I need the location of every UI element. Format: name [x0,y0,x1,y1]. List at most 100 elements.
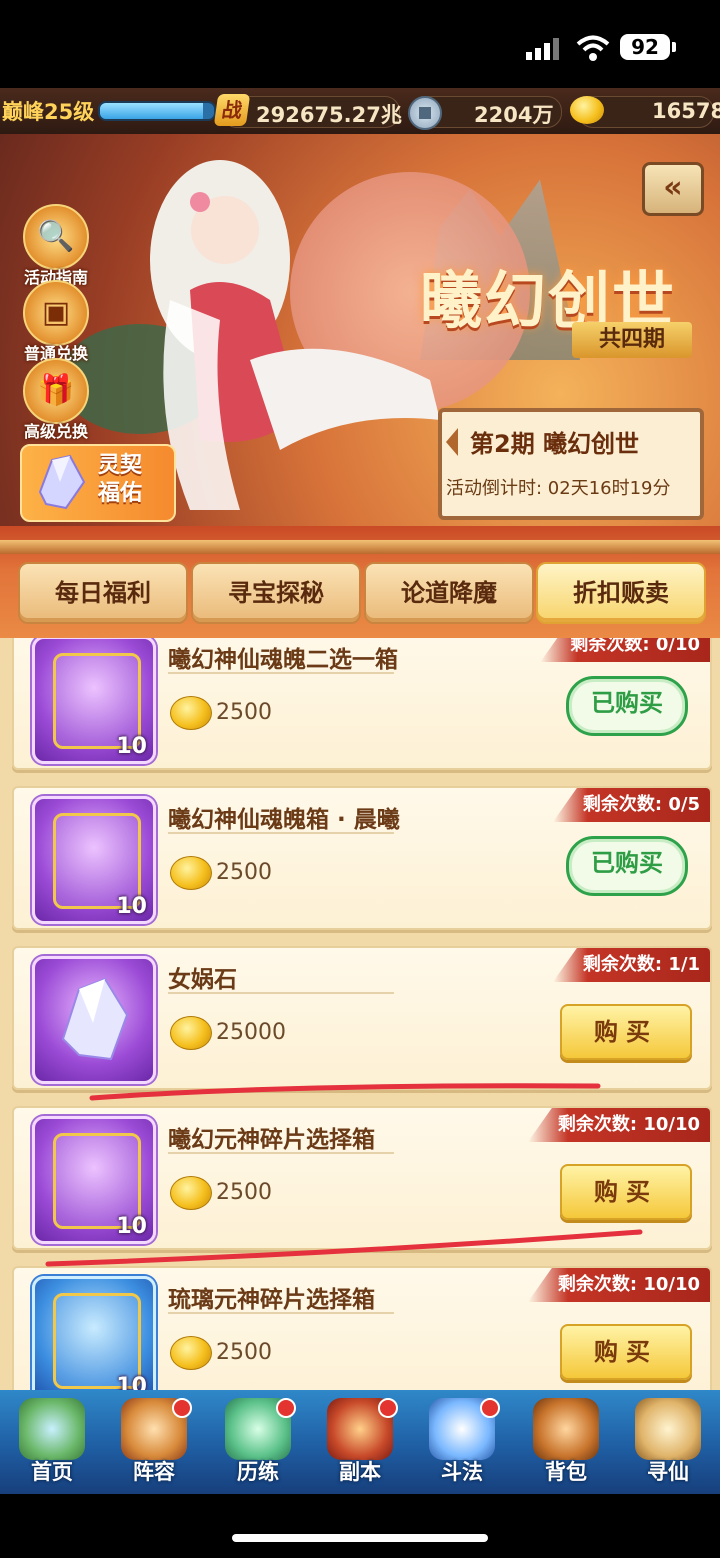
advanced-exchange-button[interactable]: 🎁 高级兑换 [20,358,92,442]
shop-item-list[interactable]: 10 曦幻神仙魂魄二选一箱 2500 剩余次数: 0/10 已购买 10 曦幻神… [0,638,720,1390]
copper-coin-icon [408,96,442,130]
gold-ingot-icon [570,96,604,124]
nav-lineup-label: 阵容 [133,1460,175,1484]
box-icon: ▣ [23,280,89,346]
gold-ingot-icon [170,1336,212,1370]
normal-exchange-button[interactable]: ▣ 普通兑换 [20,280,92,364]
gift-icon: 🎁 [23,358,89,424]
remaining-count-badge: 剩余次数: 1/1 [552,948,710,982]
player-level: 巅峰25级 [2,100,95,124]
item-name: 曦幻神仙魂魄箱 · 晨曦 [168,807,400,833]
soul-box-item-icon[interactable]: 10 [32,796,156,924]
gold-ingot-icon [170,696,212,730]
soul-box-item-icon[interactable]: 10 [32,638,156,764]
divider [168,672,394,674]
gold-ingot-icon [170,1176,212,1210]
event-period-count: 共四期 [572,322,692,358]
back-button[interactable]: « [642,162,704,216]
annotation-underline-nuwa [88,1078,602,1102]
shop-item-card: 10 琉璃元神碎片选择箱 2500 剩余次数: 10/10 购买 [12,1266,712,1390]
advanced-exchange-label: 高级兑换 [23,422,88,441]
home-indicator[interactable] [232,1534,488,1542]
nav-training-label: 历练 [237,1460,279,1484]
divider [168,992,394,994]
nuwa-stone-item-icon[interactable] [32,956,156,1084]
battery-indicator: 92 [620,34,670,60]
divider [168,832,394,834]
divider [168,1152,394,1154]
nav-backpack-label: 背包 [545,1460,587,1484]
gold-ingot-icon [170,856,212,890]
nav-dungeon-label: 副本 [339,1460,381,1484]
previous-period-arrow-icon[interactable] [446,428,458,456]
notification-dot [172,1398,192,1418]
purchased-button[interactable]: 已购买 [566,836,688,896]
backpack-icon [533,1398,599,1460]
nav-duel[interactable]: 斗法 [412,1392,512,1492]
tab-discount-sale[interactable]: 折扣贩卖 [536,562,706,624]
event-countdown: 活动倒计时: 02天16时19分 [446,478,671,499]
crystal-icon [30,452,90,512]
purchased-button[interactable]: 已购买 [566,676,688,736]
xp-fill [100,103,203,119]
notification-dot [276,1398,296,1418]
tab-bar-trim [0,540,720,554]
notification-dot [480,1398,500,1418]
gold-value: 16578 [652,99,720,123]
battery-tip [672,42,676,52]
item-name: 曦幻神仙魂魄二选一箱 [168,647,398,673]
notification-dot [378,1398,398,1418]
item-quantity: 10 [116,1374,147,1390]
tab-daily-welfare[interactable]: 每日福利 [18,562,188,624]
remaining-count-badge: 剩余次数: 10/10 [527,1268,710,1302]
home-indicator-area [0,1494,720,1558]
nav-duel-label: 斗法 [441,1460,483,1484]
goddess-character-art [130,150,450,520]
annotation-underline-spirit-box [44,1224,644,1268]
scroll-icon [635,1398,701,1460]
magnifier-icon: 🔍 [23,204,89,270]
lingqi-blessing-label: 灵契福佑 [98,453,143,506]
shop-item-card: 10 曦幻神仙魂魄箱 · 晨曦 2500 剩余次数: 0/5 已购买 [12,786,712,930]
item-name: 琉璃元神碎片选择箱 [168,1287,375,1313]
item-price: 2500 [216,700,272,725]
glazed-fragment-box-item-icon[interactable]: 10 [32,1276,156,1390]
power-icon: 战 [213,94,251,126]
buy-button[interactable]: 购买 [560,1004,692,1060]
divider [168,1312,394,1314]
shop-item-card: 女娲石 25000 剩余次数: 1/1 购买 [12,946,712,1090]
signal-icon [526,38,562,60]
buy-button[interactable]: 购买 [560,1324,692,1380]
item-price: 2500 [216,1180,272,1205]
gold-ingot-icon [170,1016,212,1050]
power-value: 292675.27兆 [256,103,402,127]
nav-seek-immortal[interactable]: 寻仙 [618,1392,718,1492]
nav-lineup[interactable]: 阵容 [104,1392,204,1492]
item-price: 25000 [216,1020,286,1045]
xp-bar [98,101,216,121]
nav-home-label: 首页 [31,1460,73,1484]
nav-backpack[interactable]: 背包 [516,1392,616,1492]
remaining-count-badge: 剩余次数: 0/10 [540,638,710,662]
copper-value: 2204万 [474,103,554,127]
nav-dungeon[interactable]: 副本 [310,1392,410,1492]
item-quantity: 10 [116,894,147,919]
nav-seek-immortal-label: 寻仙 [647,1460,689,1484]
tab-treasure-hunt[interactable]: 寻宝探秘 [191,562,361,624]
home-island-icon [19,1398,85,1460]
nav-home[interactable]: 首页 [2,1392,102,1492]
remaining-count-badge: 剩余次数: 0/5 [552,788,710,822]
nav-training[interactable]: 历练 [208,1392,308,1492]
period-title: 第2期 曦幻创世 [470,430,640,458]
clock: 07:40 [76,28,180,64]
item-name: 曦幻元神碎片选择箱 [168,1127,375,1153]
item-quantity: 10 [116,734,147,759]
item-name: 女娲石 [168,967,237,993]
wifi-icon [576,34,610,62]
remaining-count-badge: 剩余次数: 10/10 [527,1108,710,1142]
item-price: 2500 [216,1340,272,1365]
buy-button[interactable]: 购买 [560,1164,692,1220]
activity-guide-button[interactable]: 🔍 活动指南 [20,204,92,288]
tab-dao-demon[interactable]: 论道降魔 [364,562,534,624]
item-price: 2500 [216,860,272,885]
